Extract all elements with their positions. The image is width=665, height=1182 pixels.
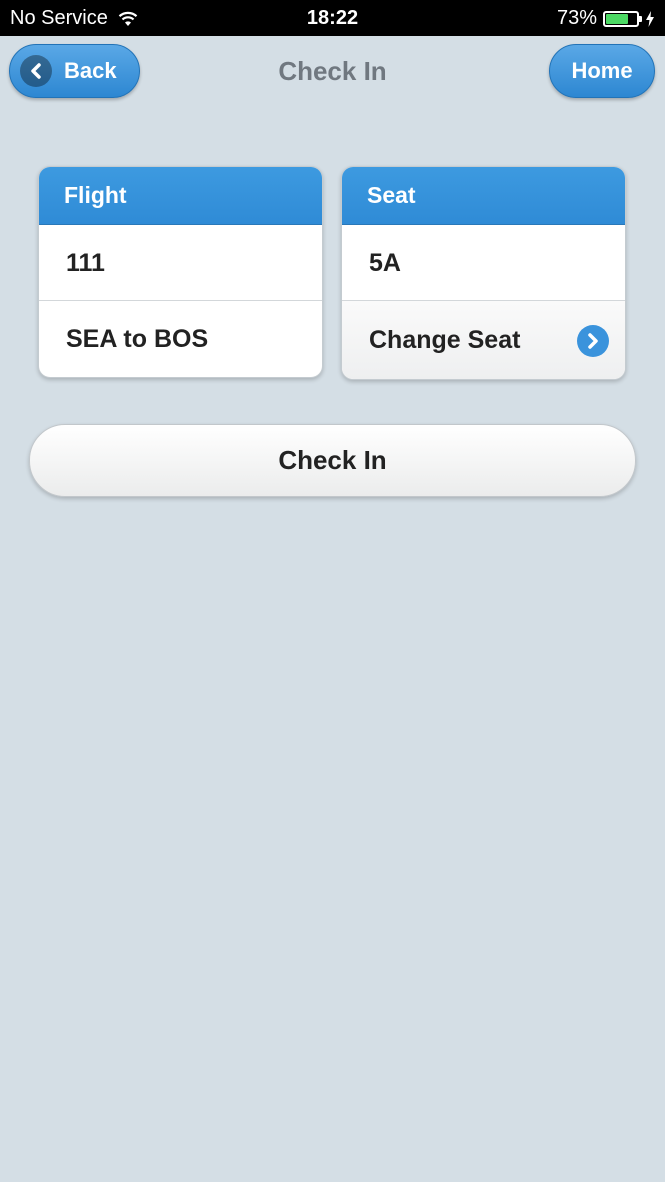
flight-number: 111	[39, 225, 322, 301]
bolt-icon	[645, 10, 655, 27]
seat-card: Seat 5A Change Seat	[341, 166, 626, 380]
battery-fill	[606, 13, 628, 24]
home-button[interactable]: Home	[549, 44, 655, 98]
seat-number: 5A	[342, 225, 625, 301]
status-right: 73%	[557, 7, 655, 30]
check-in-button[interactable]: Check In	[29, 424, 636, 497]
change-seat-button[interactable]: Change Seat	[342, 301, 625, 379]
battery-icon	[603, 10, 642, 27]
flight-route: SEA to BOS	[66, 325, 209, 353]
status-bar: No Service 18:22 73%	[0, 0, 665, 36]
flight-card: Flight 111 SEA to BOS	[38, 166, 323, 378]
battery-percent: 73%	[556, 7, 597, 29]
change-seat-label: Change Seat	[369, 326, 521, 354]
flight-card-heading: Flight	[39, 167, 322, 225]
home-label: Home	[571, 58, 633, 83]
nav-header: Back Check In Home	[0, 36, 665, 108]
chevron-right-circle-icon	[577, 325, 609, 357]
seat-card-heading: Seat	[342, 167, 625, 225]
